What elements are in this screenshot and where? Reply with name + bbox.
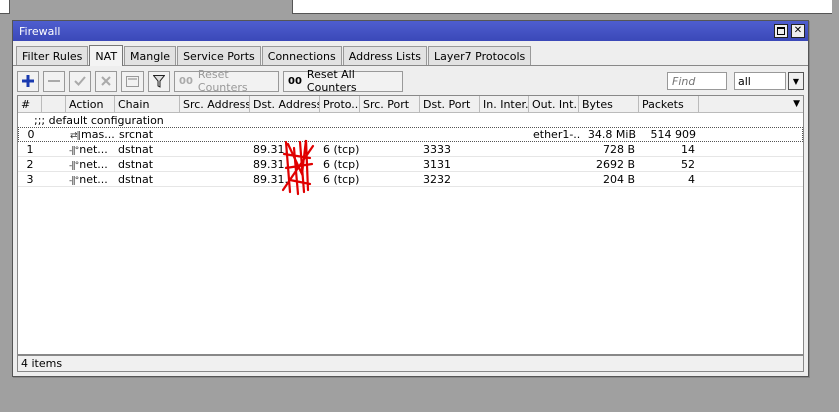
remove-button[interactable] bbox=[43, 70, 65, 92]
find-input[interactable] bbox=[667, 72, 727, 90]
row-protocol: 6 (tcp) bbox=[323, 157, 360, 171]
tab-address-lists[interactable]: Address Lists bbox=[342, 46, 428, 65]
nat-rules-table: # Action Chain Src. Address Dst. Address… bbox=[17, 95, 804, 355]
tab-bar: Filter Rules NAT Mangle Service Ports Co… bbox=[13, 44, 808, 66]
row-number: 0 bbox=[27, 128, 35, 141]
maximize-button[interactable] bbox=[774, 24, 788, 38]
filter-icon bbox=[153, 74, 165, 88]
row-number: 2 bbox=[26, 157, 34, 171]
filter-dropdown-button[interactable]: ▼ bbox=[788, 72, 804, 90]
disable-button[interactable] bbox=[95, 70, 117, 92]
reset-counters-label: Reset Counters bbox=[197, 68, 248, 94]
minus-icon bbox=[48, 80, 60, 82]
row-action: -‖°net... bbox=[69, 142, 108, 156]
table-header: # Action Chain Src. Address Dst. Address… bbox=[18, 96, 803, 113]
row-protocol: 6 (tcp) bbox=[323, 142, 360, 156]
col-protocol[interactable]: Proto... bbox=[320, 96, 360, 112]
close-button[interactable]: ✕ bbox=[791, 24, 805, 38]
status-bar: 4 items bbox=[17, 355, 804, 372]
col-flags[interactable] bbox=[42, 96, 66, 112]
row-bytes: 728 B bbox=[602, 142, 635, 156]
col-dst-port[interactable]: Dst. Port bbox=[420, 96, 480, 112]
row-chain: dstnat bbox=[118, 172, 154, 186]
toolbar: 00 Reset Counters 00 Reset All Counters … bbox=[13, 66, 808, 96]
netmap-icon: -‖° bbox=[69, 145, 79, 156]
netmap-icon: -‖° bbox=[69, 175, 79, 186]
chevron-down-icon: ▼ bbox=[793, 99, 800, 109]
col-packets[interactable]: Packets bbox=[639, 96, 699, 112]
row-out-interface: ether1-... bbox=[533, 128, 580, 141]
tab-filter-rules[interactable]: Filter Rules bbox=[16, 46, 89, 65]
table-row[interactable]: 1 -‖°net... dstnat 89.31. 6 (tcp) 3333 7… bbox=[18, 142, 803, 157]
background-window-right bbox=[292, 0, 832, 14]
maximize-icon bbox=[777, 27, 785, 35]
col-chain[interactable]: Chain bbox=[115, 96, 180, 112]
comment-button[interactable] bbox=[121, 70, 144, 92]
chevron-down-icon: ▼ bbox=[792, 76, 800, 86]
table-row[interactable]: 3 -‖°net... dstnat 89.31. 6 (tcp) 3232 2… bbox=[18, 172, 803, 187]
reset-all-counters-icon: 00 bbox=[288, 75, 302, 87]
masquerade-icon: ⇄‖ bbox=[70, 131, 81, 141]
window-titlebar[interactable]: Firewall ✕ bbox=[13, 21, 808, 41]
row-packets: 52 bbox=[681, 157, 695, 171]
col-in-interface[interactable]: In. Inter... bbox=[480, 96, 529, 112]
column-menu-button[interactable]: ▼ bbox=[699, 96, 803, 112]
redaction-scribble bbox=[281, 139, 315, 196]
row-number: 3 bbox=[26, 172, 34, 186]
window-title: Firewall bbox=[19, 24, 61, 38]
row-chain: dstnat bbox=[118, 157, 154, 171]
rule-comment: ;;; default configuration bbox=[34, 113, 164, 127]
row-action: ⇄‖mas... bbox=[70, 128, 115, 141]
row-bytes: 2692 B bbox=[595, 157, 635, 171]
col-out-interface[interactable]: Out. Int... bbox=[529, 96, 579, 112]
tab-layer7-protocols[interactable]: Layer7 Protocols bbox=[428, 46, 532, 65]
enable-button[interactable] bbox=[69, 70, 91, 92]
row-dst-port: 3232 bbox=[423, 172, 451, 186]
filter-button[interactable] bbox=[148, 70, 170, 92]
col-action[interactable]: Action bbox=[66, 96, 115, 112]
col-bytes[interactable]: Bytes bbox=[579, 96, 639, 112]
row-packets: 14 bbox=[681, 142, 695, 156]
plus-icon bbox=[22, 75, 34, 87]
row-dst-port: 3333 bbox=[423, 142, 451, 156]
col-src-address[interactable]: Src. Address bbox=[180, 96, 250, 112]
reset-all-counters-label: Reset All Counters bbox=[306, 68, 357, 94]
row-packets: 514 909 bbox=[650, 128, 697, 141]
netmap-icon: -‖° bbox=[69, 160, 79, 171]
row-bytes: 34.8 MiB bbox=[587, 128, 636, 141]
tab-nat[interactable]: NAT bbox=[89, 45, 124, 66]
col-dst-address[interactable]: Dst. Address bbox=[250, 96, 320, 112]
row-chain: srcnat bbox=[119, 128, 154, 141]
x-icon bbox=[101, 76, 111, 86]
tab-connections[interactable]: Connections bbox=[261, 46, 342, 65]
row-protocol: 6 (tcp) bbox=[323, 172, 360, 186]
reset-counters-icon: 00 bbox=[179, 75, 193, 87]
col-number[interactable]: # bbox=[18, 96, 42, 112]
row-chain: dstnat bbox=[118, 142, 154, 156]
table-row[interactable]: 0 ⇄‖mas... srcnat ether1-... 34.8 MiB 51… bbox=[18, 127, 803, 142]
comment-icon bbox=[126, 75, 139, 87]
close-icon: ✕ bbox=[793, 25, 803, 36]
row-action: -‖°net... bbox=[69, 172, 108, 186]
row-dst-port: 3131 bbox=[423, 157, 451, 171]
table-row[interactable]: 2 -‖°net... dstnat 89.31. 6 (tcp) 3131 2… bbox=[18, 157, 803, 172]
col-src-port[interactable]: Src. Port bbox=[360, 96, 420, 112]
add-button[interactable] bbox=[17, 70, 39, 92]
item-count: 4 items bbox=[21, 357, 63, 370]
reset-counters-button[interactable]: 00 Reset Counters bbox=[174, 68, 279, 94]
filter-select[interactable]: all bbox=[734, 72, 786, 90]
row-bytes: 204 B bbox=[602, 172, 635, 186]
row-packets: 4 bbox=[688, 172, 695, 186]
tab-service-ports[interactable]: Service Ports bbox=[177, 46, 261, 65]
row-number: 1 bbox=[26, 142, 34, 156]
tab-mangle[interactable]: Mangle bbox=[124, 46, 177, 65]
reset-all-counters-button[interactable]: 00 Reset All Counters bbox=[283, 68, 403, 94]
row-action: -‖°net... bbox=[69, 157, 108, 171]
firewall-window: Firewall ✕ Filter Rules NAT Mangle Servi… bbox=[12, 20, 809, 377]
check-icon bbox=[74, 76, 86, 86]
background-window-left bbox=[0, 0, 10, 14]
